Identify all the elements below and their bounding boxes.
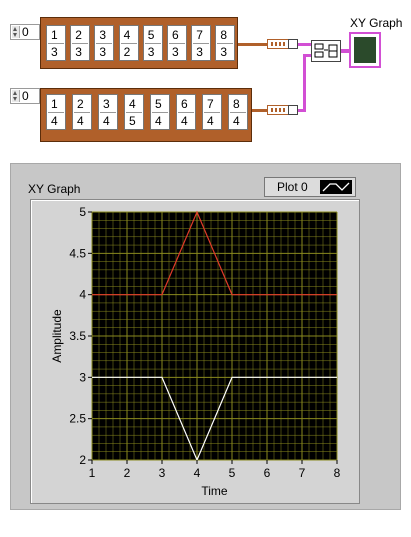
xy-graph-plot[interactable]: 12345678 22.533.544.55 Time Amplitude — [0, 0, 411, 537]
x-tick-label: 6 — [264, 466, 271, 480]
y-axis-label: Amplitude — [50, 309, 64, 363]
x-tick-label: 4 — [194, 466, 201, 480]
y-tick-label: 2 — [79, 453, 86, 467]
x-axis-label: Time — [201, 484, 228, 498]
x-axis-ticks: 1 2 3 4 5 6 7 8 — [89, 460, 341, 480]
y-tick-label: 5 — [79, 205, 86, 219]
y-tick-label: 4.5 — [69, 246, 86, 260]
x-tick-label: 8 — [334, 466, 341, 480]
y-tick-label: 3.5 — [69, 329, 86, 343]
x-tick-label: 1 — [89, 466, 96, 480]
x-tick-label: 7 — [299, 466, 306, 480]
y-tick-label: 4 — [79, 288, 86, 302]
y-tick-label: 3 — [79, 370, 86, 384]
x-tick-label: 2 — [124, 466, 131, 480]
y-tick-label: 2.5 — [69, 412, 86, 426]
x-tick-label: 5 — [229, 466, 236, 480]
y-axis-ticks: 2 2.5 3 3.5 4 4.5 5 — [69, 205, 92, 467]
x-tick-label: 3 — [159, 466, 166, 480]
